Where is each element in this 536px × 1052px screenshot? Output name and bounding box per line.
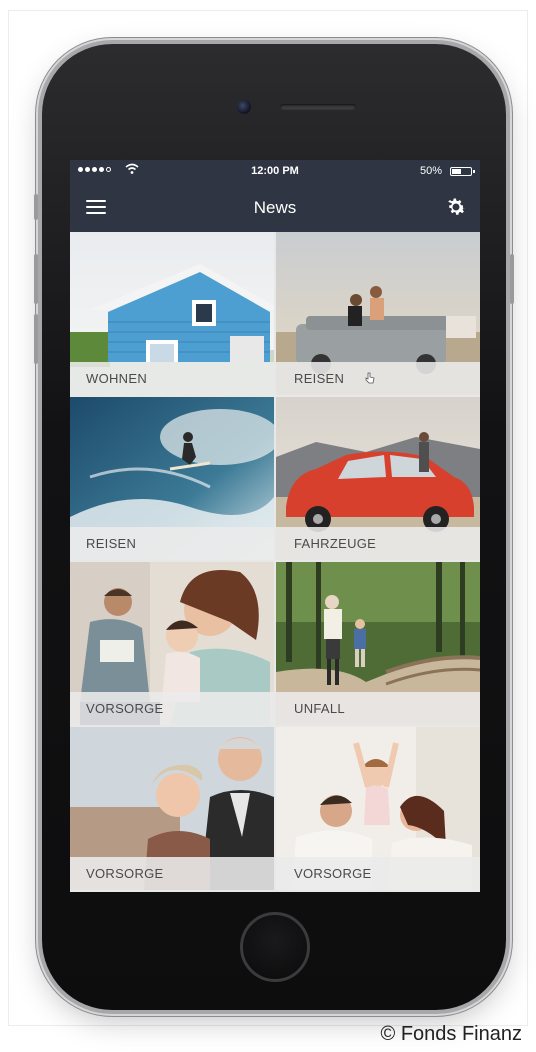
tile-label: WOHNEN (70, 362, 274, 395)
battery-icon (450, 167, 475, 176)
hand-cursor-icon (365, 372, 375, 384)
tile-label-text: REISEN (294, 371, 345, 386)
tile-vorsorge-couple[interactable]: VORSORGE (70, 727, 274, 890)
tile-reisen-surf[interactable]: REISEN (70, 397, 274, 560)
tile-vorsorge-parents[interactable]: VORSORGE (276, 727, 480, 890)
phone-device: 12:00 PM 50% News WOHNEN REISEN REISEN F… (34, 44, 514, 1010)
tile-reisen-car[interactable]: REISEN (276, 232, 480, 395)
tile-label: FAHRZEUGE (276, 527, 480, 560)
status-bar: 12:00 PM 50% (70, 160, 480, 182)
volume-down-button (34, 314, 38, 364)
volume-up-button (34, 254, 38, 304)
page-title: News (253, 198, 297, 217)
mute-switch (34, 194, 38, 220)
tile-wohnen[interactable]: WOHNEN (70, 232, 274, 395)
home-button[interactable] (240, 912, 310, 982)
tile-label: REISEN (70, 527, 274, 560)
tile-label: VORSORGE (70, 857, 274, 890)
status-time: 12:00 PM (251, 165, 299, 177)
battery-percentage: 50% (419, 165, 442, 177)
earpiece-speaker (280, 104, 356, 110)
tile-unfall[interactable]: UNFALL (276, 562, 480, 725)
phone-screen: 12:00 PM 50% News WOHNEN REISEN REISEN F… (70, 160, 480, 892)
news-category-grid: WOHNEN REISEN REISEN FAHRZEUGE VORSORGE … (70, 232, 480, 892)
copyright-credit: © Fonds Finanz (380, 1023, 522, 1045)
tile-vorsorge-family[interactable]: VORSORGE (70, 562, 274, 725)
navigation-bar: News (70, 182, 480, 232)
front-camera (237, 100, 251, 114)
gear-icon[interactable] (444, 195, 468, 219)
tile-label: VORSORGE (276, 857, 480, 890)
tile-label: VORSORGE (70, 692, 274, 725)
tile-label: UNFALL (276, 692, 480, 725)
tile-fahrzeuge[interactable]: FAHRZEUGE (276, 397, 480, 560)
power-button (510, 254, 514, 304)
tile-label: REISEN (276, 362, 480, 395)
